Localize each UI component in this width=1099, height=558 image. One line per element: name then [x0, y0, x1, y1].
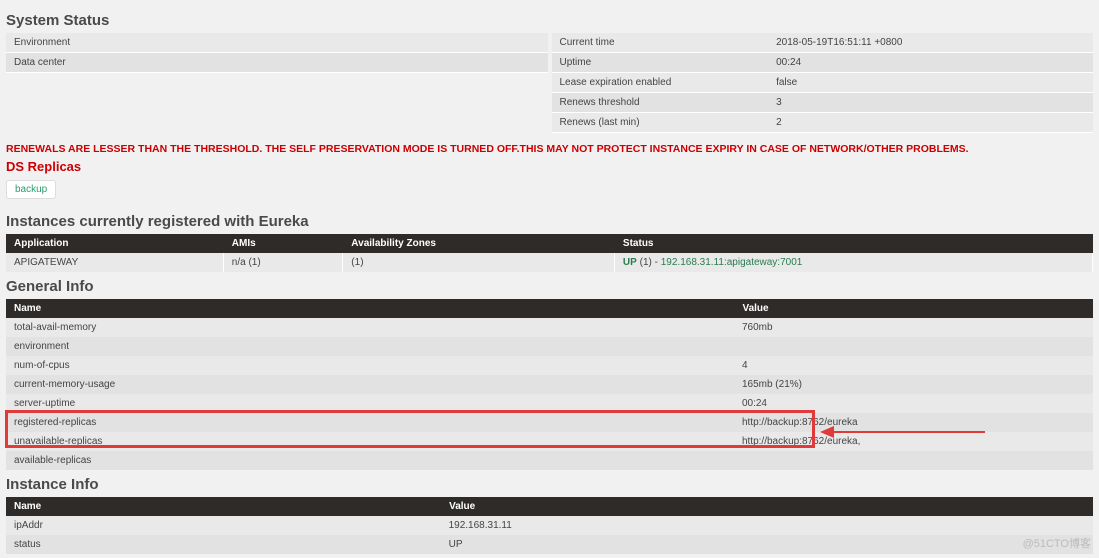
instance-info-table: Name Value ipAddr192.168.31.11 statusUP [6, 497, 1093, 554]
instance-app: APIGATEWAY [6, 253, 223, 272]
dc-label: Data center [6, 53, 223, 73]
instance-info-heading: Instance Info [6, 476, 1093, 493]
table-row: statusUP [6, 535, 1093, 554]
status-count: (1) [640, 257, 652, 268]
current-time-value: 2018-05-19T16:51:11 +0800 [768, 33, 1093, 53]
ii-name: ipAddr [6, 516, 441, 535]
table-row: total-avail-memory760mb [6, 318, 1093, 337]
lease-value: false [768, 73, 1093, 93]
col-status: Status [614, 234, 1092, 253]
status-table: Current time2018-05-19T16:51:11 +0800 Up… [552, 33, 1094, 133]
renews-value: 2 [768, 113, 1093, 133]
uptime-value: 00:24 [768, 53, 1093, 73]
ds-replica-link[interactable]: backup [6, 180, 56, 199]
col-zones: Availability Zones [343, 234, 615, 253]
warning-banner: RENEWALS ARE LESSER THAN THE THRESHOLD. … [6, 143, 1093, 155]
gi-name: registered-replicas [6, 413, 734, 432]
ii-name: status [6, 535, 441, 554]
table-row: current-memory-usage165mb (21%) [6, 375, 1093, 394]
gi-value: 00:24 [734, 394, 1093, 413]
instance-amis: n/a (1) [223, 253, 343, 272]
env-value [223, 33, 548, 53]
instance-zones: (1) [343, 253, 615, 272]
status-sep: - [652, 257, 661, 268]
table-row: unavailable-replicashttp://backup:8762/e… [6, 432, 1093, 451]
instance-link[interactable]: 192.168.31.11:apigateway:7001 [661, 257, 803, 268]
general-info-table: Name Value total-avail-memory760mb envir… [6, 299, 1093, 470]
gi-name: environment [6, 337, 734, 356]
gi-name: available-replicas [6, 451, 734, 470]
uptime-label: Uptime [552, 53, 769, 73]
instance-row: APIGATEWAY n/a (1) (1) UP (1) - 192.168.… [6, 253, 1093, 272]
general-info-heading: General Info [6, 278, 1093, 295]
instance-status: UP (1) - 192.168.31.11:apigateway:7001 [614, 253, 1092, 272]
gi-value: http://backup:8762/eureka [734, 413, 1093, 432]
gi-value: 165mb (21%) [734, 375, 1093, 394]
col-application: Application [6, 234, 223, 253]
system-status-heading: System Status [6, 12, 1093, 29]
gi-name: server-uptime [6, 394, 734, 413]
gi-name: current-memory-usage [6, 375, 734, 394]
threshold-value: 3 [768, 93, 1093, 113]
threshold-label: Renews threshold [552, 93, 769, 113]
ii-col-name: Name [6, 497, 441, 516]
dc-value [223, 53, 548, 73]
gi-name: unavailable-replicas [6, 432, 734, 451]
gi-value: 760mb [734, 318, 1093, 337]
renews-label: Renews (last min) [552, 113, 769, 133]
gi-col-value: Value [734, 299, 1093, 318]
env-table: Environment Data center [6, 33, 548, 73]
col-amis: AMIs [223, 234, 343, 253]
ds-replicas-heading: DS Replicas [6, 159, 1093, 174]
table-row: num-of-cpus4 [6, 356, 1093, 375]
instances-heading: Instances currently registered with Eure… [6, 213, 1093, 230]
current-time-label: Current time [552, 33, 769, 53]
gi-value: http://backup:8762/eureka, [734, 432, 1093, 451]
gi-name: num-of-cpus [6, 356, 734, 375]
source-watermark: @51CTO博客 [1023, 535, 1091, 551]
env-label: Environment [6, 33, 223, 53]
status-up: UP [623, 257, 637, 268]
table-row: registered-replicashttp://backup:8762/eu… [6, 413, 1093, 432]
ii-value: UP [441, 535, 1093, 554]
table-row: server-uptime00:24 [6, 394, 1093, 413]
gi-value [734, 337, 1093, 356]
table-row: ipAddr192.168.31.11 [6, 516, 1093, 535]
ii-value: 192.168.31.11 [441, 516, 1093, 535]
gi-value: 4 [734, 356, 1093, 375]
instances-table: Application AMIs Availability Zones Stat… [6, 234, 1093, 272]
table-row: available-replicas [6, 451, 1093, 470]
lease-label: Lease expiration enabled [552, 73, 769, 93]
gi-col-name: Name [6, 299, 734, 318]
table-row: environment [6, 337, 1093, 356]
gi-value [734, 451, 1093, 470]
ii-col-value: Value [441, 497, 1093, 516]
gi-name: total-avail-memory [6, 318, 734, 337]
